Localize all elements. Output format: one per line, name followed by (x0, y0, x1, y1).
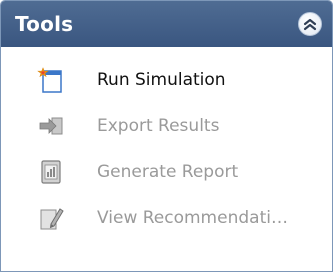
export-arrow-icon (39, 117, 63, 135)
run-simulation-label: Run Simulation (97, 70, 226, 90)
export-results-item[interactable]: Export Results (1, 103, 332, 149)
run-simulation-icon (37, 67, 62, 93)
tools-panel-header: Tools (1, 1, 332, 47)
double-chevron-up-icon (303, 18, 317, 31)
generate-report-label: Generate Report (97, 162, 239, 182)
tools-panel: Tools Run Simulation Export Results Gene… (0, 0, 333, 272)
tools-list: Run Simulation Export Results Generate R… (1, 47, 332, 241)
run-simulation-item[interactable]: Run Simulation (1, 57, 332, 103)
view-recommendations-item[interactable]: View Recommendati… (1, 195, 332, 241)
report-icon (41, 160, 61, 184)
view-recommendations-label: View Recommendati… (97, 208, 288, 228)
collapse-button[interactable] (298, 12, 322, 36)
export-results-label: Export Results (97, 116, 220, 136)
edit-pencil-icon (40, 208, 64, 230)
generate-report-item[interactable]: Generate Report (1, 149, 332, 195)
panel-title: Tools (15, 12, 74, 36)
